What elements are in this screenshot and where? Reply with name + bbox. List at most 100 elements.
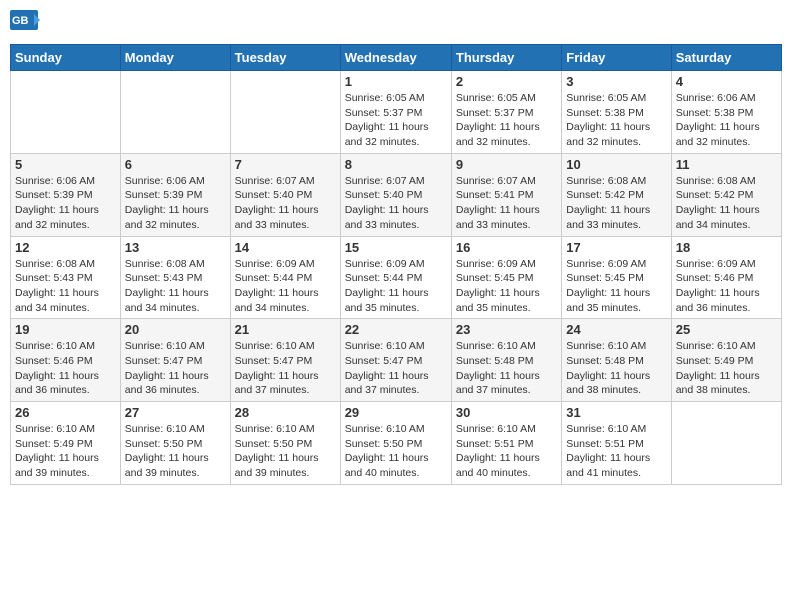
day-number: 12	[15, 240, 116, 255]
day-number: 5	[15, 157, 116, 172]
day-number: 23	[456, 322, 557, 337]
day-info: Sunrise: 6:09 AM Sunset: 5:45 PM Dayligh…	[566, 257, 666, 316]
calendar-cell: 5Sunrise: 6:06 AM Sunset: 5:39 PM Daylig…	[11, 153, 121, 236]
day-info: Sunrise: 6:05 AM Sunset: 5:38 PM Dayligh…	[566, 91, 666, 150]
day-of-week-header: Thursday	[451, 45, 561, 71]
calendar-cell: 23 Sunrise: 6:10 AM Sunset: 5:48 PM Dayli…	[451, 319, 561, 402]
calendar-table: SundayMondayTuesdayWednesdayThursdayFrid…	[10, 44, 782, 485]
day-number: 15	[345, 240, 447, 255]
day-info: Sunrise: 6:07 AM Sunset: 5:41 PM Dayligh…	[456, 174, 557, 233]
day-number: 21	[235, 322, 336, 337]
calendar-cell: 25 Sunrise: 6:10 AM Sunset: 5:49 PM Dayli…	[671, 319, 781, 402]
calendar-week-row: 1 Sunrise: 6:05 AM Sunset: 5:37 PM Daylig…	[11, 71, 782, 154]
calendar-cell: 6Sunrise: 6:06 AM Sunset: 5:39 PM Daylig…	[120, 153, 230, 236]
calendar-cell: 1 Sunrise: 6:05 AM Sunset: 5:37 PM Daylig…	[340, 71, 451, 154]
calendar-cell	[11, 71, 121, 154]
day-info: Sunrise: 6:10 AM Sunset: 5:50 PM Dayligh…	[235, 422, 336, 481]
day-number: 11	[676, 157, 777, 172]
day-info: Sunrise: 6:10 AM Sunset: 5:50 PM Dayligh…	[345, 422, 447, 481]
day-info: Sunrise: 6:10 AM Sunset: 5:47 PM Dayligh…	[125, 339, 226, 398]
day-number: 24	[566, 322, 666, 337]
day-number: 29	[345, 405, 447, 420]
day-number: 17	[566, 240, 666, 255]
day-info: Sunrise: 6:10 AM Sunset: 5:50 PM Dayligh…	[125, 422, 226, 481]
day-info: Sunrise: 6:08 AM Sunset: 5:42 PM Dayligh…	[566, 174, 666, 233]
day-info: Sunrise: 6:09 AM Sunset: 5:44 PM Dayligh…	[345, 257, 447, 316]
calendar-cell: 19 Sunrise: 6:10 AM Sunset: 5:46 PM Dayli…	[11, 319, 121, 402]
calendar-cell: 27 Sunrise: 6:10 AM Sunset: 5:50 PM Dayli…	[120, 402, 230, 485]
day-info: Sunrise: 6:09 AM Sunset: 5:46 PM Dayligh…	[676, 257, 777, 316]
day-info: Sunrise: 6:09 AM Sunset: 5:45 PM Dayligh…	[456, 257, 557, 316]
calendar-cell: 9Sunrise: 6:07 AM Sunset: 5:41 PM Daylig…	[451, 153, 561, 236]
day-number: 26	[15, 405, 116, 420]
calendar-cell: 26 Sunrise: 6:10 AM Sunset: 5:49 PM Dayli…	[11, 402, 121, 485]
calendar-cell: 2Sunrise: 6:05 AM Sunset: 5:37 PM Daylig…	[451, 71, 561, 154]
day-number: 1	[345, 74, 447, 89]
calendar-cell: 8 Sunrise: 6:07 AM Sunset: 5:40 PM Daylig…	[340, 153, 451, 236]
calendar-cell: 13 Sunrise: 6:08 AM Sunset: 5:43 PM Dayli…	[120, 236, 230, 319]
calendar-cell: 16 Sunrise: 6:09 AM Sunset: 5:45 PM Dayli…	[451, 236, 561, 319]
calendar-cell: 31 Sunrise: 6:10 AM Sunset: 5:51 PM Dayli…	[562, 402, 671, 485]
calendar-cell: 11 Sunrise: 6:08 AM Sunset: 5:42 PM Dayli…	[671, 153, 781, 236]
day-number: 27	[125, 405, 226, 420]
day-info: Sunrise: 6:10 AM Sunset: 5:47 PM Dayligh…	[235, 339, 336, 398]
calendar-cell: 22Sunrise: 6:10 AM Sunset: 5:47 PM Dayli…	[340, 319, 451, 402]
calendar-cell: 7Sunrise: 6:07 AM Sunset: 5:40 PM Daylig…	[230, 153, 340, 236]
day-of-week-header: Wednesday	[340, 45, 451, 71]
calendar-cell: 4 Sunrise: 6:06 AM Sunset: 5:38 PM Daylig…	[671, 71, 781, 154]
day-info: Sunrise: 6:10 AM Sunset: 5:49 PM Dayligh…	[15, 422, 116, 481]
day-info: Sunrise: 6:09 AM Sunset: 5:44 PM Dayligh…	[235, 257, 336, 316]
calendar-cell	[671, 402, 781, 485]
day-number: 13	[125, 240, 226, 255]
calendar-cell: 17 Sunrise: 6:09 AM Sunset: 5:45 PM Dayli…	[562, 236, 671, 319]
calendar-cell: 18 Sunrise: 6:09 AM Sunset: 5:46 PM Dayli…	[671, 236, 781, 319]
calendar-cell: 21 Sunrise: 6:10 AM Sunset: 5:47 PM Dayli…	[230, 319, 340, 402]
calendar-cell	[120, 71, 230, 154]
day-info: Sunrise: 6:06 AM Sunset: 5:38 PM Dayligh…	[676, 91, 777, 150]
day-number: 19	[15, 322, 116, 337]
day-of-week-header: Friday	[562, 45, 671, 71]
svg-text:GB: GB	[12, 15, 29, 27]
calendar-week-row: 19 Sunrise: 6:10 AM Sunset: 5:46 PM Dayli…	[11, 319, 782, 402]
day-number: 25	[676, 322, 777, 337]
logo: GB	[10, 10, 42, 38]
day-of-week-header: Sunday	[11, 45, 121, 71]
day-info: Sunrise: 6:10 AM Sunset: 5:46 PM Dayligh…	[15, 339, 116, 398]
day-info: Sunrise: 6:10 AM Sunset: 5:51 PM Dayligh…	[456, 422, 557, 481]
day-number: 4	[676, 74, 777, 89]
calendar-cell: 28 Sunrise: 6:10 AM Sunset: 5:50 PM Dayli…	[230, 402, 340, 485]
day-number: 7	[235, 157, 336, 172]
day-info: Sunrise: 6:07 AM Sunset: 5:40 PM Dayligh…	[345, 174, 447, 233]
day-number: 3	[566, 74, 666, 89]
calendar-cell: 10 Sunrise: 6:08 AM Sunset: 5:42 PM Dayli…	[562, 153, 671, 236]
calendar-week-row: 26 Sunrise: 6:10 AM Sunset: 5:49 PM Dayli…	[11, 402, 782, 485]
day-number: 18	[676, 240, 777, 255]
day-info: Sunrise: 6:08 AM Sunset: 5:43 PM Dayligh…	[125, 257, 226, 316]
day-number: 30	[456, 405, 557, 420]
day-of-week-header: Saturday	[671, 45, 781, 71]
day-number: 2	[456, 74, 557, 89]
day-info: Sunrise: 6:10 AM Sunset: 5:49 PM Dayligh…	[676, 339, 777, 398]
day-info: Sunrise: 6:10 AM Sunset: 5:48 PM Dayligh…	[566, 339, 666, 398]
day-number: 28	[235, 405, 336, 420]
day-number: 31	[566, 405, 666, 420]
day-of-week-header: Tuesday	[230, 45, 340, 71]
day-number: 22	[345, 322, 447, 337]
calendar-week-row: 12 Sunrise: 6:08 AM Sunset: 5:43 PM Dayli…	[11, 236, 782, 319]
calendar-cell	[230, 71, 340, 154]
calendar-cell: 14Sunrise: 6:09 AM Sunset: 5:44 PM Dayli…	[230, 236, 340, 319]
day-of-week-header: Monday	[120, 45, 230, 71]
day-info: Sunrise: 6:08 AM Sunset: 5:42 PM Dayligh…	[676, 174, 777, 233]
calendar-cell: 20Sunrise: 6:10 AM Sunset: 5:47 PM Dayli…	[120, 319, 230, 402]
day-info: Sunrise: 6:08 AM Sunset: 5:43 PM Dayligh…	[15, 257, 116, 316]
calendar-cell: 30 Sunrise: 6:10 AM Sunset: 5:51 PM Dayli…	[451, 402, 561, 485]
calendar-week-row: 5Sunrise: 6:06 AM Sunset: 5:39 PM Daylig…	[11, 153, 782, 236]
day-info: Sunrise: 6:05 AM Sunset: 5:37 PM Dayligh…	[345, 91, 447, 150]
day-info: Sunrise: 6:10 AM Sunset: 5:48 PM Dayligh…	[456, 339, 557, 398]
day-number: 10	[566, 157, 666, 172]
day-number: 16	[456, 240, 557, 255]
day-info: Sunrise: 6:10 AM Sunset: 5:51 PM Dayligh…	[566, 422, 666, 481]
day-number: 8	[345, 157, 447, 172]
calendar-cell: 24 Sunrise: 6:10 AM Sunset: 5:48 PM Dayli…	[562, 319, 671, 402]
logo-icon: GB	[10, 10, 40, 38]
